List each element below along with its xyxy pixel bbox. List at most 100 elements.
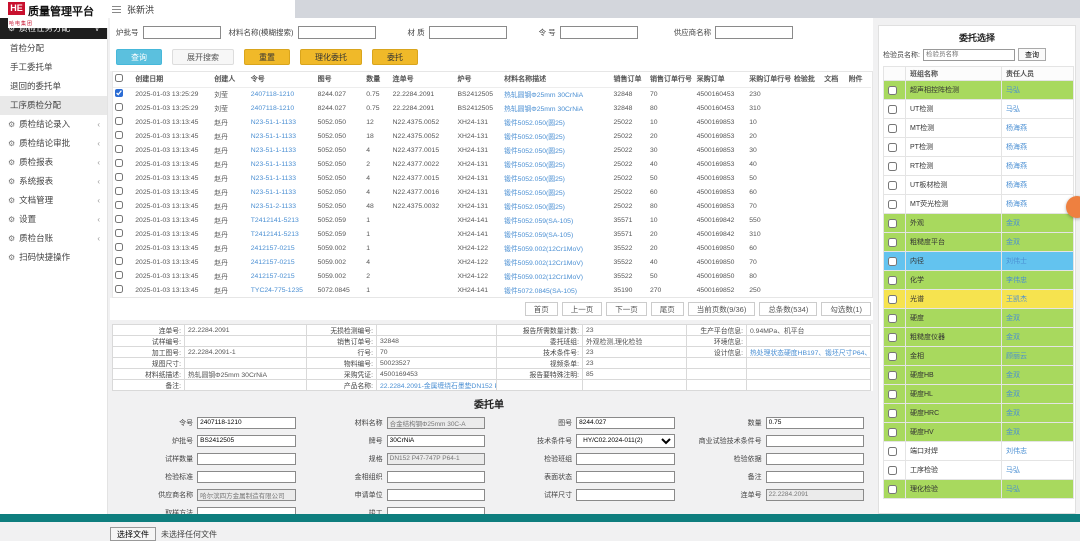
team-person[interactable]: 杨海燕	[1002, 138, 1074, 157]
row-checkbox[interactable]	[115, 159, 123, 167]
row-checkbox[interactable]	[115, 117, 123, 125]
search-input-材料名称(模糊搜索)[interactable]	[298, 26, 376, 39]
form-input-规格[interactable]	[387, 453, 486, 465]
form-input-牌号[interactable]	[387, 435, 486, 447]
team-person[interactable]: 金双	[1002, 328, 1074, 347]
toolbar-button-查询[interactable]: 查询	[116, 49, 162, 65]
team-person[interactable]: 马弘	[1002, 100, 1074, 119]
team-checkbox[interactable]	[888, 143, 897, 152]
form-input-备注[interactable]	[766, 471, 865, 483]
team-row[interactable]: MT荧光检测杨海燕	[884, 195, 1074, 214]
form-input-连单号[interactable]	[766, 489, 865, 501]
row-checkbox[interactable]	[115, 271, 123, 279]
team-row[interactable]: UT检测马弘	[884, 100, 1074, 119]
sidebar-item-质检结论审批[interactable]: ⚙质检结论审批‹	[0, 134, 107, 153]
team-row[interactable]: 硬度HL金双	[884, 385, 1074, 404]
table-row[interactable]: 2025-01-03 13:13:45赵丹N23-51-1-11335052.0…	[113, 115, 871, 129]
team-checkbox[interactable]	[888, 295, 897, 304]
row-checkbox[interactable]	[115, 285, 123, 293]
team-row[interactable]: 粗糙度平台金双	[884, 233, 1074, 252]
team-checkbox[interactable]	[888, 428, 897, 437]
search-input-供应商名称[interactable]	[715, 26, 793, 39]
table-row[interactable]: 2025-01-03 13:13:45赵丹2412157-02155059.00…	[113, 241, 871, 255]
team-row[interactable]: 端口对焊刘伟志	[884, 442, 1074, 461]
toolbar-button-重置[interactable]: 重置	[244, 49, 290, 65]
team-row[interactable]: 粗糙度仪器金双	[884, 328, 1074, 347]
team-row[interactable]: 光谱王凯杰	[884, 290, 1074, 309]
team-person[interactable]: 刘伟士	[1002, 252, 1074, 271]
row-checkbox[interactable]	[115, 243, 123, 251]
team-row[interactable]: 外观金双	[884, 214, 1074, 233]
team-row[interactable]: 超声相控阵检测马弘	[884, 81, 1074, 100]
table-row[interactable]: 2025-01-03 13:25:29刘莹2407118-12108244.02…	[113, 101, 871, 115]
table-row[interactable]: 2025-01-03 13:13:45赵丹N23-51-1-11335052.0…	[113, 129, 871, 143]
search-input-令 号[interactable]	[560, 26, 638, 39]
row-checkbox[interactable]	[115, 145, 123, 153]
form-input-数量[interactable]	[766, 417, 865, 429]
team-checkbox[interactable]	[888, 333, 897, 342]
sidebar-item-质检报表[interactable]: ⚙质检报表‹	[0, 153, 107, 172]
team-row[interactable]: 硬度金双	[884, 309, 1074, 328]
team-checkbox[interactable]	[888, 352, 897, 361]
team-person[interactable]: 马弘	[1002, 81, 1074, 100]
table-row[interactable]: 2025-01-03 13:13:45赵丹N23-51-1-11335052.0…	[113, 171, 871, 185]
sidebar-item-退回的委托单[interactable]: 退回的委托单	[0, 77, 107, 96]
pager-button-上一页[interactable]: 上一页	[562, 302, 603, 316]
pager-button-下一页[interactable]: 下一页	[606, 302, 647, 316]
team-checkbox[interactable]	[888, 371, 897, 380]
team-row[interactable]: 金相顾丽云	[884, 347, 1074, 366]
team-person[interactable]: 金双	[1002, 423, 1074, 442]
form-input-检验班组[interactable]	[576, 453, 675, 465]
team-person[interactable]: 王凯杰	[1002, 290, 1074, 309]
pager-button-总条数(534)[interactable]: 总条数(534)	[759, 302, 817, 316]
form-input-图号[interactable]	[576, 417, 675, 429]
form-input-商业试验技术条件号[interactable]	[766, 435, 865, 447]
team-row[interactable]: RT检测杨海燕	[884, 157, 1074, 176]
team-row[interactable]: 硬度HV金双	[884, 423, 1074, 442]
team-checkbox[interactable]	[888, 466, 897, 475]
team-row[interactable]: 内径刘伟士	[884, 252, 1074, 271]
sidebar-item-文档管理[interactable]: ⚙文档管理‹	[0, 191, 107, 210]
table-row[interactable]: 2025-01-03 13:13:45赵丹N23-51-1-11335052.0…	[113, 143, 871, 157]
team-checkbox[interactable]	[888, 257, 897, 266]
table-row[interactable]: 2025-01-03 13:13:45赵丹T2412141-52135052.0…	[113, 227, 871, 241]
sidebar-item-质检台账[interactable]: ⚙质检台账‹	[0, 229, 107, 248]
row-checkbox[interactable]	[115, 215, 123, 223]
pager-button-首页[interactable]: 首页	[525, 302, 558, 316]
team-checkbox[interactable]	[888, 485, 897, 494]
team-checkbox[interactable]	[888, 447, 897, 456]
team-person[interactable]: 马弘	[1002, 480, 1074, 499]
inspector-search-input[interactable]	[923, 49, 1015, 61]
team-checkbox[interactable]	[888, 200, 897, 209]
table-row[interactable]: 2025-01-03 13:25:29刘莹2407118-12108244.02…	[113, 87, 871, 101]
search-input-炉批号[interactable]	[143, 26, 221, 39]
team-person[interactable]: 李伟忠	[1002, 271, 1074, 290]
toolbar-button-理化委托[interactable]: 理化委托	[300, 49, 362, 65]
team-person[interactable]: 顾丽云	[1002, 347, 1074, 366]
team-person[interactable]: 杨海燕	[1002, 119, 1074, 138]
choose-file-button[interactable]: 选择文件	[110, 527, 156, 541]
form-input-炉批号[interactable]	[197, 435, 296, 447]
team-person[interactable]: 刘伟志	[1002, 442, 1074, 461]
toolbar-button-委托[interactable]: 委托	[372, 49, 418, 65]
pager-button-尾页[interactable]: 尾页	[651, 302, 684, 316]
form-input-令号[interactable]	[197, 417, 296, 429]
pager-button-勾选数(1)[interactable]: 勾选数(1)	[821, 302, 871, 316]
team-checkbox[interactable]	[888, 238, 897, 247]
team-person[interactable]: 杨海燕	[1002, 157, 1074, 176]
team-row[interactable]: 硬度HB金双	[884, 366, 1074, 385]
table-row[interactable]: 2025-01-03 13:13:45赵丹N23-51-1-11335052.0…	[113, 157, 871, 171]
team-person[interactable]: 马弘	[1002, 461, 1074, 480]
sidebar-item-质检结论录入[interactable]: ⚙质检结论录入‹	[0, 115, 107, 134]
team-person[interactable]: 金双	[1002, 404, 1074, 423]
team-row[interactable]: PT检测杨海燕	[884, 138, 1074, 157]
team-row[interactable]: 化学李伟忠	[884, 271, 1074, 290]
sidebar-item-手工委托单[interactable]: 手工委托单	[0, 58, 107, 77]
sidebar-item-系统报表[interactable]: ⚙系统报表‹	[0, 172, 107, 191]
form-input-表面状态[interactable]	[576, 471, 675, 483]
table-row[interactable]: 2025-01-03 13:13:45赵丹2412157-02155059.00…	[113, 255, 871, 269]
team-person[interactable]: 金双	[1002, 233, 1074, 252]
select-all-checkbox[interactable]	[115, 74, 123, 82]
table-row[interactable]: 2025-01-03 13:13:45赵丹TYC24-775-12355072.…	[113, 283, 871, 297]
team-checkbox[interactable]	[888, 105, 897, 114]
